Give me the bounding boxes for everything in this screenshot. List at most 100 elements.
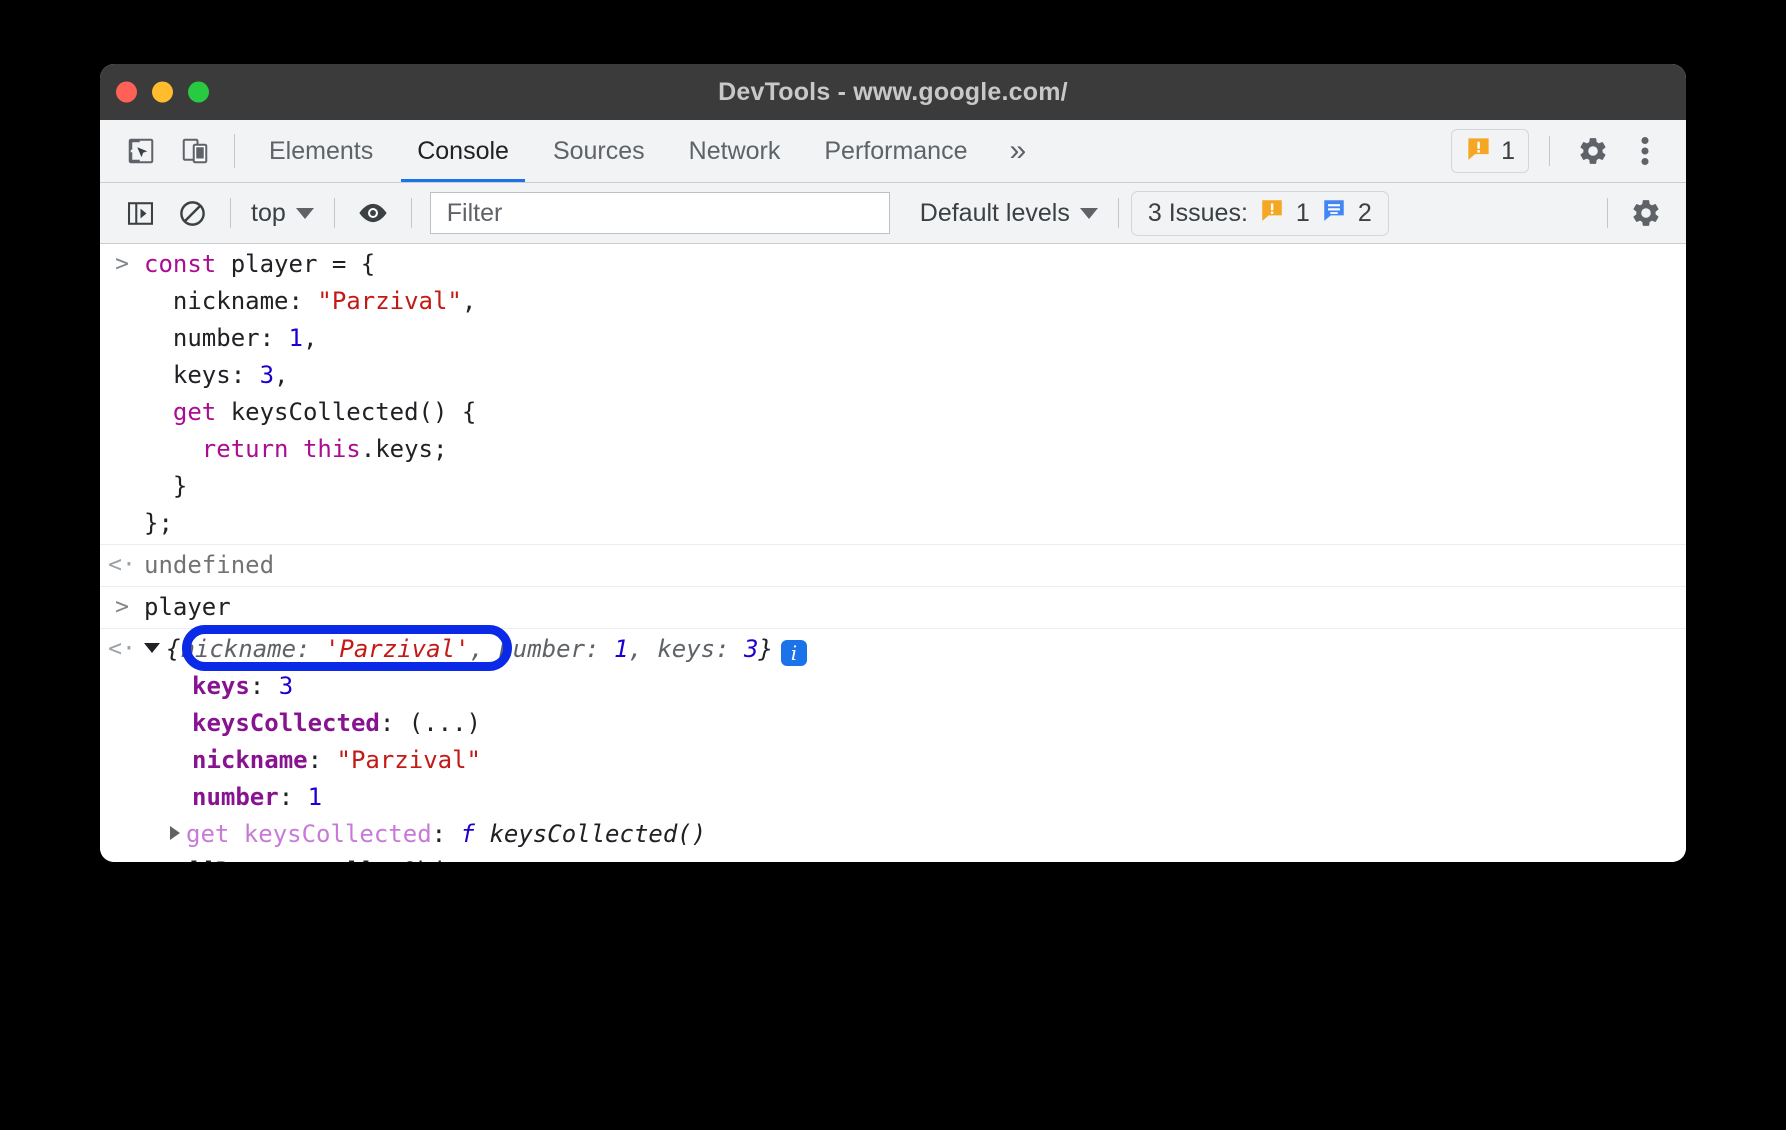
preview-key-nickname: nickname: [180, 635, 310, 663]
tab-sources-label: Sources [553, 137, 645, 166]
tab-network[interactable]: Network [667, 120, 803, 182]
token-decl: player = { [216, 250, 375, 278]
preview-value-number: 1 [614, 635, 628, 663]
warning-icon [1259, 197, 1285, 230]
property-row-get-keysCollected[interactable]: get keysCollected: f keysCollected() [170, 816, 807, 853]
issues-warning-count: 1 [1296, 199, 1310, 228]
toolbar-divider-5 [1607, 198, 1608, 228]
property-value-getter: keysCollected() [489, 820, 706, 848]
maximize-window-button[interactable] [188, 82, 209, 103]
expand-object-icon[interactable] [144, 643, 160, 653]
console-input-message: > const player = { nickname: "Parzival",… [100, 244, 1686, 545]
three-dot-menu-icon[interactable] [1622, 128, 1668, 174]
property-value-prototype: Object [403, 857, 490, 862]
tab-network-label: Network [689, 137, 781, 166]
tab-performance-label: Performance [824, 137, 967, 166]
tab-sources[interactable]: Sources [531, 120, 667, 182]
preview-key-number: number: [498, 635, 599, 663]
token-comma-3: , [274, 361, 288, 389]
property-name-keys: keys [192, 672, 250, 700]
tab-console[interactable]: Console [395, 120, 531, 182]
minimize-window-button[interactable] [152, 82, 173, 103]
input-chevron-icon: > [100, 589, 144, 626]
property-row-keys[interactable]: keys: 3 [192, 668, 807, 705]
property-value-number: 1 [308, 783, 322, 811]
tab-elements[interactable]: Elements [247, 120, 395, 182]
token-const: const [144, 250, 216, 278]
property-row-number[interactable]: number: 1 [192, 779, 807, 816]
inspect-element-icon[interactable] [114, 120, 168, 182]
chevron-down-icon [296, 208, 314, 219]
token-comma-1: , [462, 287, 476, 315]
tab-console-label: Console [417, 137, 509, 166]
console-input-message-2: > player [100, 587, 1686, 629]
token-number-value: 1 [289, 324, 303, 352]
gear-icon[interactable] [1570, 128, 1616, 174]
warning-count-badge[interactable]: 1 [1451, 129, 1529, 173]
window-title: DevTools - www.google.com/ [100, 78, 1686, 107]
preview-close-brace: } [758, 635, 772, 663]
issues-info-count: 2 [1358, 199, 1372, 228]
toolbar-divider-2 [334, 198, 335, 228]
expand-getter-icon[interactable] [170, 826, 180, 840]
preview-key-keys: keys: [657, 635, 729, 663]
eye-icon[interactable] [347, 191, 399, 235]
tab-elements-label: Elements [269, 137, 373, 166]
console-message-list[interactable]: > const player = { nickname: "Parzival",… [100, 244, 1686, 862]
property-colon-keys: : [250, 672, 279, 700]
info-icon[interactable]: i [781, 640, 807, 666]
issues-label: 3 Issues: [1148, 199, 1248, 228]
object-preview-line[interactable]: {nickname: 'Parzival', number: 1, keys: … [144, 631, 807, 668]
close-window-button[interactable] [116, 82, 137, 103]
console-object-result: <· {nickname: 'Parzival', number: 1, key… [100, 629, 1686, 862]
property-row-nickname[interactable]: nickname: "Parzival" [192, 742, 807, 779]
token-comma-2: , [303, 324, 317, 352]
console-input-code-2: player [144, 589, 241, 626]
property-row-keysCollected[interactable]: keysCollected: (...) [192, 705, 807, 742]
chevron-down-icon [1080, 208, 1098, 219]
console-settings-gear-icon[interactable] [1620, 191, 1672, 235]
console-toolbar-right [1595, 191, 1672, 235]
property-row-prototype[interactable]: [[Prototype]]: Object [170, 853, 807, 862]
tab-performance[interactable]: Performance [802, 120, 989, 182]
screenshot-root: DevTools - www.google.com/ [0, 0, 1786, 1130]
toolbar-divider-4 [1118, 198, 1119, 228]
property-colon-keysCollected: : [380, 709, 409, 737]
property-name-prototype: [[Prototype]] [186, 857, 374, 862]
token-return: return [144, 435, 303, 463]
filter-input[interactable] [445, 198, 875, 229]
preview-space-1 [311, 635, 325, 663]
input-chevron-icon: > [100, 246, 144, 283]
execution-context-selector[interactable]: top [243, 199, 322, 228]
panel-tabs: Elements Console Sources Network Perform… [247, 120, 1046, 182]
token-nickname-value: "Parzival" [317, 287, 462, 315]
more-tabs-icon[interactable]: » [989, 120, 1046, 182]
issues-badge[interactable]: 3 Issues: 1 2 [1131, 191, 1389, 236]
log-level-selector[interactable]: Default levels [912, 199, 1106, 228]
property-colon-number: : [279, 783, 308, 811]
devtools-tabbar: Elements Console Sources Network Perform… [100, 120, 1686, 183]
window-titlebar: DevTools - www.google.com/ [100, 64, 1686, 120]
token-keys-key: keys: [144, 361, 260, 389]
execution-context-label: top [251, 199, 286, 228]
warning-icon [1465, 135, 1492, 167]
clear-console-icon[interactable] [166, 191, 218, 235]
preview-open-brace: { [166, 635, 180, 663]
property-name-get-keysCollected: get keysCollected [186, 820, 432, 848]
property-value-nickname: "Parzival" [337, 746, 482, 774]
console-input-code: const player = { nickname: "Parzival", n… [144, 246, 486, 542]
tabbar-right-divider [1549, 136, 1550, 166]
tabbar-right-actions: 1 [1451, 120, 1686, 182]
filter-input-wrapper[interactable] [430, 192, 890, 234]
function-f-glyph: f [461, 820, 490, 848]
output-chevron-icon: <· [100, 631, 144, 668]
preview-value-keys: 3 [744, 635, 758, 663]
property-value-keysCollected[interactable]: (...) [409, 709, 481, 737]
preview-value-nickname: 'Parzival' [325, 635, 470, 663]
log-level-label: Default levels [920, 199, 1070, 228]
device-toolbar-icon[interactable] [168, 120, 222, 182]
undefined-value: undefined [144, 547, 284, 584]
console-sidebar-icon[interactable] [114, 191, 166, 235]
property-colon-nickname: : [308, 746, 337, 774]
toolbar-divider-3 [411, 198, 412, 228]
